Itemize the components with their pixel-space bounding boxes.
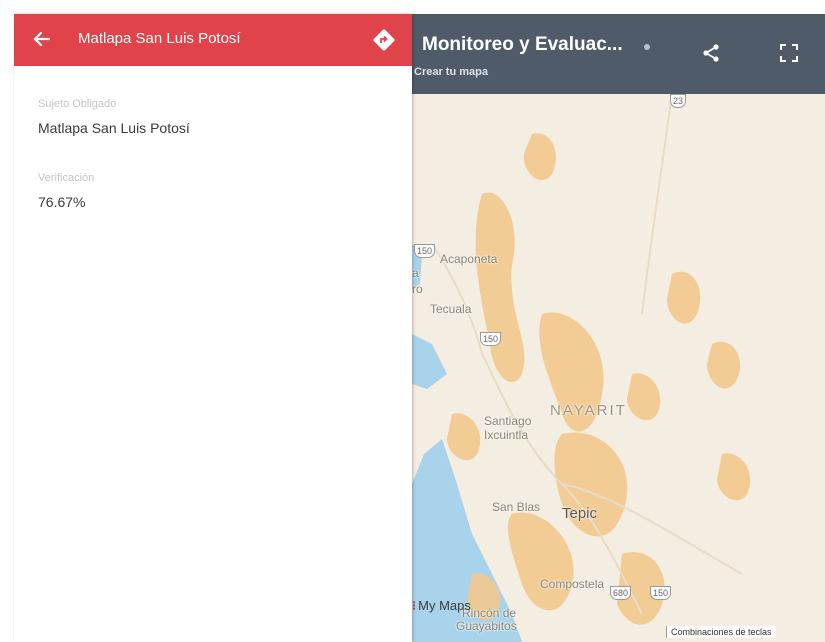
directions-icon[interactable]: [372, 28, 396, 57]
route-shield: 150: [480, 332, 502, 346]
panel-title: Matlapa San Luis Potosí: [78, 30, 241, 47]
map-label-fragment: a: [412, 266, 419, 280]
map-label-fragment: ro: [412, 282, 423, 296]
map-label-san-blas: San Blas: [492, 500, 541, 514]
map-label-rincon: Guayabitos: [456, 619, 517, 633]
map-label-santiago: Santiago: [484, 414, 532, 428]
field-label: Sujeto Obligado: [38, 98, 117, 110]
map-canvas[interactable]: Acaponeta a ro Tecuala NAYARIT Santiago …: [412, 14, 825, 642]
map-terrain: [412, 93, 751, 642]
field-value: 76.67%: [38, 194, 86, 210]
mymaps-pin-icon: ⁝: [412, 598, 417, 613]
field-label: Verificación: [38, 172, 95, 184]
field-verificacion: Verificación 76.67%: [38, 172, 94, 210]
fullscreen-icon[interactable]: [780, 44, 798, 67]
map-label-state: NAYARIT: [550, 402, 627, 419]
route-shield: 23: [670, 94, 687, 108]
mymaps-logo: ⁝ My Maps: [412, 598, 471, 614]
map-label-tecuala: Tecuala: [430, 302, 472, 316]
back-arrow-icon[interactable]: [32, 29, 52, 54]
field-value: Matlapa San Luis Potosí: [38, 120, 190, 136]
map-label-compostela: Compostela: [540, 577, 605, 591]
map-title-bar: Monitoreo y Evaluac... Crear tu mapa: [412, 14, 825, 94]
mymaps-label: My Maps: [418, 598, 471, 613]
keyboard-shortcuts-link[interactable]: Combinaciones de teclas: [666, 626, 776, 638]
page-margin: [0, 0, 14, 642]
map-label-tepic: Tepic: [562, 505, 598, 522]
create-map-link[interactable]: Crear tu mapa: [414, 66, 488, 78]
feature-details-panel: Matlapa San Luis Potosí Sujeto Obligado …: [14, 14, 412, 642]
info-dot-icon[interactable]: [644, 44, 650, 50]
map-label-acaponeta: Acaponeta: [440, 252, 498, 266]
route-shield: 680: [610, 586, 632, 600]
route-shield: 150: [650, 586, 672, 600]
map-label-santiago: Ixcuintla: [484, 428, 529, 442]
panel-header: Matlapa San Luis Potosí: [14, 14, 412, 66]
map-title[interactable]: Monitoreo y Evaluac...: [422, 34, 623, 56]
route-shield: 150: [414, 244, 436, 258]
field-sujeto-obligado: Sujeto Obligado Matlapa San Luis Potosí: [38, 98, 190, 136]
share-icon[interactable]: [702, 44, 720, 67]
